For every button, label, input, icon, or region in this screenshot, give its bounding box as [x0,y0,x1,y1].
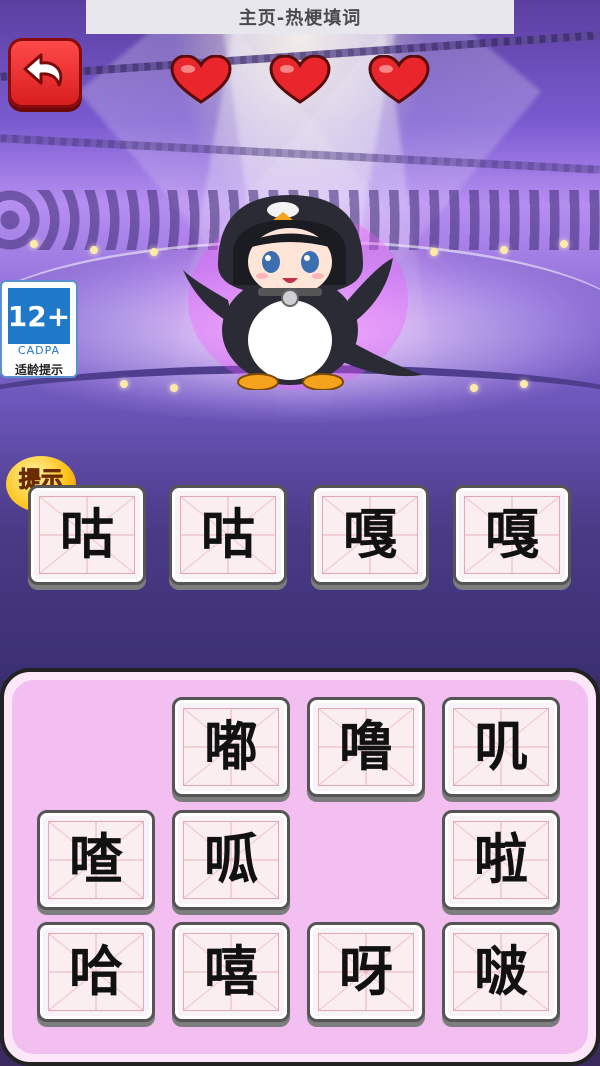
choice-tile[interactable]: 啦 [442,810,560,910]
answer-slot-char: 嘎 [343,503,397,566]
page-title: 主页-热梗填词 [86,0,514,34]
choice-tile[interactable]: 呀 [307,922,425,1022]
choice-tile[interactable]: 喳 [37,810,155,910]
choice-tile[interactable]: 哈 [37,922,155,1022]
choice-char: 噜 [339,715,393,778]
heart-icon [170,55,232,104]
penguin-girl-character [183,195,423,390]
heart-icon [368,55,430,104]
choice-char: 呀 [339,940,393,1003]
heart-icon [269,55,331,104]
choice-char: 啵 [474,940,528,1003]
back-arrow-icon [23,53,63,87]
age-rating-badge: 12+ CADPA 适龄提示 [0,280,78,378]
choice-tile[interactable]: 嘟 [172,697,290,797]
answer-slot[interactable]: 咕 [169,485,287,585]
answer-slot-char: 嘎 [485,503,539,566]
answer-slot[interactable]: 嘎 [311,485,429,585]
choice-char: 嘻 [204,940,258,1003]
choice-tile[interactable]: 呱 [172,810,290,910]
choice-char: 呱 [204,828,258,891]
age-rating-org: CADPA [17,344,61,357]
age-rating-value: 12+ [8,288,70,344]
answer-slot[interactable]: 嘎 [453,485,571,585]
age-rating-label: 适龄提示 [14,363,63,377]
choice-tile[interactable]: 嘻 [172,922,290,1022]
choice-tile[interactable]: 噜 [307,697,425,797]
answer-slot-char: 咕 [201,503,255,566]
choice-char: 喳 [69,828,123,891]
choice-char: 嘟 [204,715,258,778]
choice-tile[interactable]: 叽 [442,697,560,797]
choice-char: 叽 [474,715,528,778]
answer-slot[interactable]: 咕 [28,485,146,585]
choice-char: 啦 [474,828,528,891]
back-button[interactable] [8,38,82,108]
answer-slot-char: 咕 [60,503,114,566]
choice-tile[interactable]: 啵 [442,922,560,1022]
choice-char: 哈 [69,940,123,1003]
